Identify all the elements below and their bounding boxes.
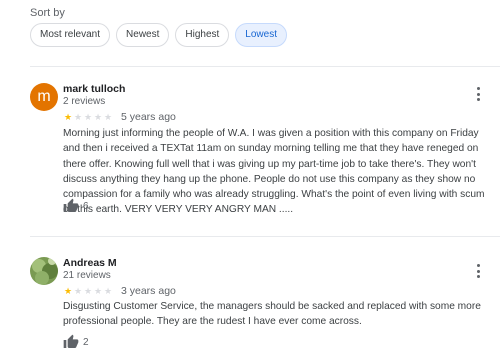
review-text: Morning just informing the people of W.A… [63, 128, 485, 216]
avatar-photo [30, 257, 58, 285]
review-time: 3 years ago [121, 285, 176, 297]
like-button[interactable]: 6 [63, 198, 89, 214]
chip-lowest[interactable]: Lowest [235, 23, 287, 47]
like-count: 2 [83, 336, 89, 348]
reviewer-review-count: 21 reviews [63, 270, 111, 281]
star-empty-icon: ★ [103, 112, 113, 122]
review-card: Andreas M 21 reviews ★ ★ ★ ★ ★ 3 years ago D… [30, 257, 492, 353]
star-filled-icon: ★ [63, 112, 73, 122]
divider [30, 66, 500, 67]
chip-most-relevant[interactable]: Most relevant [30, 23, 111, 47]
sort-by-label: Sort by [30, 7, 65, 19]
star-empty-icon: ★ [73, 286, 83, 296]
avatar[interactable]: m [30, 83, 58, 111]
reviewer-name[interactable]: mark tulloch [63, 83, 125, 95]
review-time: 5 years ago [121, 111, 176, 123]
chip-highest[interactable]: Highest [175, 23, 230, 47]
like-count: 6 [83, 200, 89, 212]
reviewer-review-count: 2 reviews [63, 96, 106, 107]
star-rating: ★ ★ ★ ★ ★ [63, 286, 113, 296]
like-button[interactable]: 2 [63, 334, 89, 350]
divider [30, 236, 500, 237]
review-text: Disgusting Customer Service, the manager… [63, 301, 481, 328]
star-empty-icon: ★ [93, 286, 103, 296]
star-empty-icon: ★ [83, 112, 93, 122]
star-empty-icon: ★ [103, 286, 113, 296]
star-rating: ★ ★ ★ ★ ★ [63, 112, 113, 122]
chip-newest[interactable]: Newest [116, 23, 170, 47]
star-empty-icon: ★ [83, 286, 93, 296]
more-vert-icon[interactable] [476, 87, 480, 101]
star-empty-icon: ★ [93, 112, 103, 122]
more-vert-icon[interactable] [476, 264, 480, 278]
star-filled-icon: ★ [63, 286, 73, 296]
reviewer-name[interactable]: Andreas M [63, 257, 117, 269]
sort-chip-group: Most relevant Newest Highest Lowest [30, 23, 287, 47]
thumb-up-icon [63, 198, 79, 212]
review-card: m mark tulloch 2 reviews ★ ★ ★ ★ ★ 5 years a… [30, 83, 492, 223]
avatar[interactable] [30, 257, 58, 285]
star-empty-icon: ★ [73, 112, 83, 122]
thumb-up-icon [63, 334, 79, 348]
